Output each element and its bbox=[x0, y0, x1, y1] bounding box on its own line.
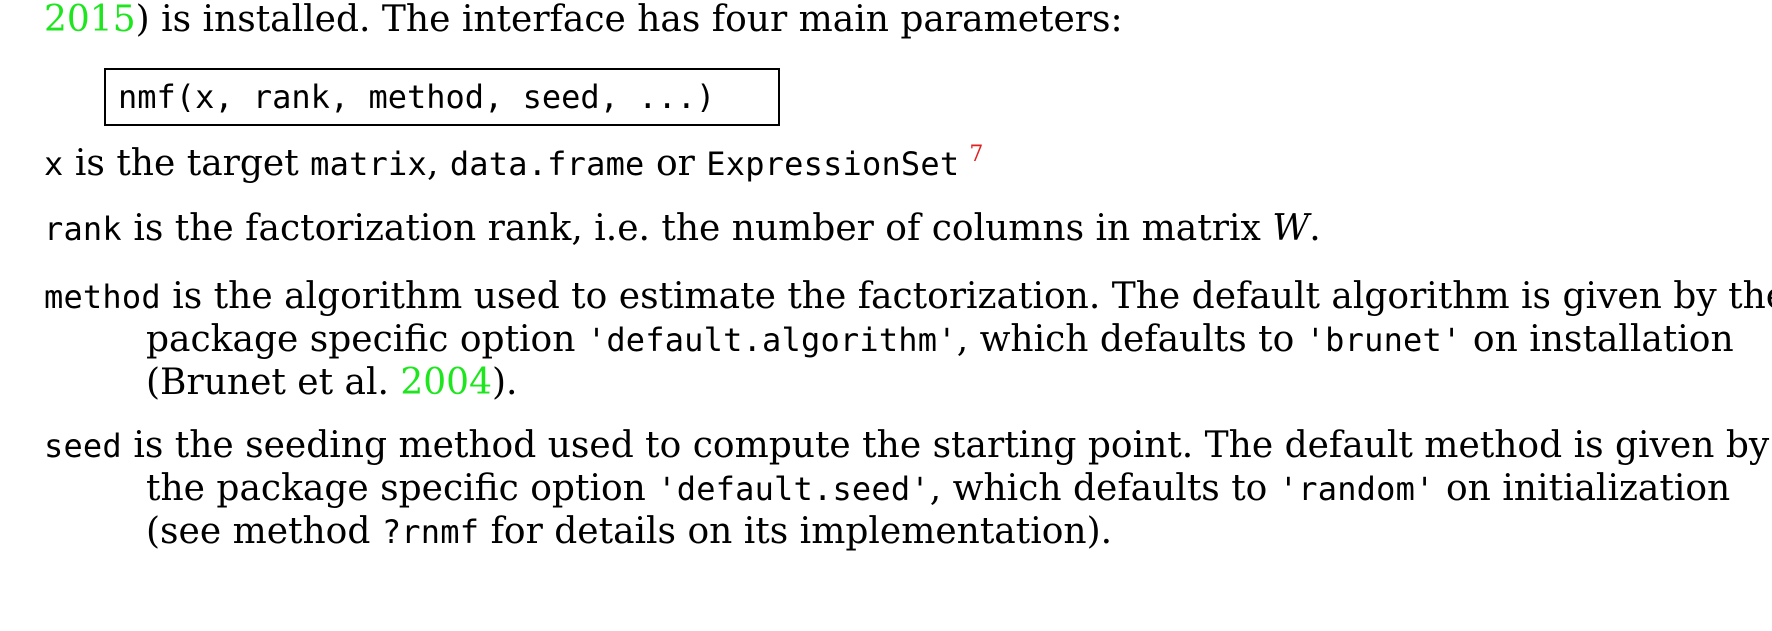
intro-line: 2015) is installed. The interface has fo… bbox=[44, 2, 1123, 38]
param-x-text-3: or bbox=[644, 143, 707, 184]
param-seed-text-3a: (see method bbox=[146, 511, 382, 552]
help-ref-rnmf: ?rnmf bbox=[381, 513, 480, 551]
param-seed-text-3b: for details on its implementation). bbox=[479, 511, 1113, 552]
math-w: W bbox=[1272, 208, 1310, 249]
param-term-rank: rank bbox=[44, 210, 122, 248]
param-method-line-3: (Brunet et al. 2004). bbox=[146, 365, 518, 401]
value-random: 'random' bbox=[1278, 470, 1435, 508]
code-signature-box: nmf(x, rank, method, seed, ...) bbox=[104, 68, 780, 126]
option-default-algorithm: 'default.algorithm' bbox=[586, 321, 957, 359]
param-seed-text-2c: on initialization bbox=[1434, 468, 1731, 509]
param-x-text-1: is the target bbox=[63, 143, 311, 184]
code-signature: nmf(x, rank, method, seed, ...) bbox=[118, 78, 716, 116]
param-x: x is the target matrix, data.frame or Ex… bbox=[44, 143, 983, 184]
param-method-text-3b: ). bbox=[492, 362, 518, 403]
type-matrix: matrix bbox=[310, 145, 427, 183]
param-seed-line-1: seed is the seeding method used to compu… bbox=[44, 428, 1769, 464]
param-seed-line-2: the package specific option 'default.see… bbox=[146, 471, 1730, 507]
option-default-seed: 'default.seed' bbox=[657, 470, 930, 508]
param-method-text-3a: (Brunet et al. bbox=[146, 362, 401, 403]
param-rank-text: is the factorization rank, i.e. the numb… bbox=[121, 208, 1273, 249]
param-x-text-2: , bbox=[426, 143, 450, 184]
footnote-marker[interactable]: 7 bbox=[969, 142, 983, 167]
param-method-text-2b: , which defaults to bbox=[956, 319, 1306, 360]
param-method-text-1: is the algorithm used to estimate the fa… bbox=[160, 276, 1772, 317]
type-data-frame: data.frame bbox=[449, 145, 645, 183]
param-method-text-2c: on installation bbox=[1461, 319, 1734, 360]
param-term-x: x bbox=[44, 145, 64, 183]
param-seed-text-2a: the package specific option bbox=[146, 468, 658, 509]
param-term-seed: seed bbox=[44, 427, 122, 465]
param-rank-end: . bbox=[1309, 208, 1321, 249]
param-seed-line-3: (see method ?rnmf for details on its imp… bbox=[146, 514, 1112, 550]
citation-link-2004[interactable]: 2004 bbox=[400, 362, 492, 403]
param-method-line-2: package specific option 'default.algorit… bbox=[146, 322, 1734, 358]
param-seed-text-2b: , which defaults to bbox=[929, 468, 1279, 509]
type-expressionset: ExpressionSet bbox=[706, 145, 960, 183]
citation-link-2015[interactable]: 2015 bbox=[44, 0, 136, 40]
value-brunet: 'brunet' bbox=[1305, 321, 1462, 359]
paper-page: 2015) is installed. The interface has fo… bbox=[0, 0, 1772, 631]
param-seed-text-1: is the seeding method used to compute th… bbox=[121, 425, 1770, 466]
param-rank: rank is the factorization rank, i.e. the… bbox=[44, 211, 1321, 247]
param-method-line-1: method is the algorithm used to estimate… bbox=[44, 279, 1772, 315]
intro-text: ) is installed. The interface has four m… bbox=[135, 0, 1123, 40]
param-term-method: method bbox=[44, 278, 161, 316]
param-method-text-2a: package specific option bbox=[146, 319, 587, 360]
